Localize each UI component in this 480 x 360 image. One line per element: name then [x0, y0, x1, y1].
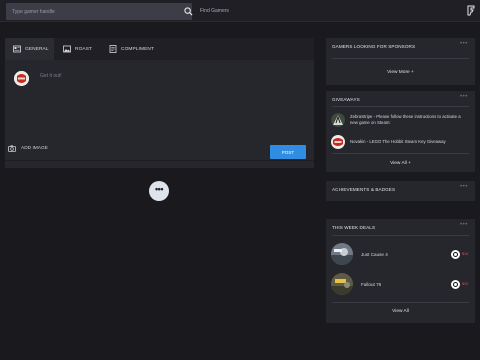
find-gamers-link[interactable]: Find Gamers	[200, 8, 229, 14]
search-icon[interactable]	[184, 7, 193, 16]
steam-icon	[451, 249, 460, 259]
ellipsis-icon: •••	[155, 183, 163, 194]
deals-view-all-link[interactable]: View All	[326, 309, 475, 314]
tab-compliment-label: COMPLIMENT	[121, 46, 154, 52]
image-icon	[63, 45, 71, 53]
avatar-logo-image	[14, 71, 29, 86]
giveaway-text: Novakin - LEGO The Hobbit Steam Key Give…	[350, 138, 446, 144]
deal-price: $16	[462, 252, 469, 256]
post-text-input[interactable]: Get it out!	[40, 73, 62, 79]
deal-thumbnail	[331, 243, 353, 265]
search-box	[6, 3, 193, 20]
sponsors-view-more-link[interactable]: View More +	[326, 70, 475, 75]
deal-thumbnail	[331, 273, 353, 295]
giveaway-avatar	[331, 113, 345, 127]
giveaways-menu-icon[interactable]: •••	[460, 94, 468, 100]
deal-item[interactable]: Fallout 76 $30	[331, 273, 470, 295]
just-cause-cover-image	[331, 243, 353, 265]
deals-bottom-divider	[332, 302, 469, 303]
composer-tabs: GENERAL ROAST COMPLIMENT	[5, 38, 314, 60]
user-avatar	[14, 71, 29, 86]
post-composer: GENERAL ROAST COMPLIMENT Get it out!	[5, 38, 314, 168]
post-button[interactable]: POST	[270, 145, 306, 159]
sponsors-widget: GAMERS LOOKING FOR SPONSORS View More +	[326, 38, 475, 85]
gamer-logo-icon[interactable]	[467, 5, 475, 16]
composer-divider	[5, 160, 314, 161]
achievements-title: ACHIEVEMENTS & BADGES	[332, 187, 396, 192]
tab-roast-label: ROAST	[75, 46, 93, 52]
giveaway-item[interactable]: ZebraStripe - Please follow these instru…	[331, 113, 468, 127]
top-bar: Find Gamers	[0, 0, 480, 22]
fallout-cover-image	[331, 273, 353, 295]
tab-general[interactable]: GENERAL	[5, 38, 54, 60]
deals-menu-icon[interactable]: •••	[460, 222, 468, 228]
deal-name: Fallout 76	[361, 281, 382, 287]
deal-item[interactable]: Just Cause 4 $16	[331, 243, 470, 265]
giveaway-avatar	[331, 135, 345, 149]
giveaway-item[interactable]: Novakin - LEGO The Hobbit Steam Key Give…	[331, 135, 468, 149]
zebra-avatar-image	[331, 113, 345, 127]
newspaper-icon	[13, 45, 21, 53]
giveaways-bottom-divider	[332, 153, 469, 154]
giveaways-widget: GIVEAWAYS ZebraStripe - Please follow th…	[326, 91, 475, 172]
novakin-avatar-image	[331, 135, 345, 149]
deals-title: THIS WEEK DEALS	[332, 225, 376, 230]
camera-icon	[8, 145, 16, 152]
steam-icon	[451, 279, 460, 289]
sponsors-divider	[332, 58, 469, 59]
deals-widget: THIS WEEK DEALS Just Cause 4 $16 Fallout…	[326, 219, 475, 323]
tabs-spacer	[157, 38, 314, 60]
deal-name: Just Cause 4	[361, 251, 388, 257]
achievements-widget: ACHIEVEMENTS & BADGES	[326, 181, 475, 201]
tab-general-label: GENERAL	[25, 46, 49, 52]
deals-divider	[332, 235, 469, 236]
document-icon	[109, 45, 117, 53]
achievements-menu-icon[interactable]: •••	[460, 184, 468, 190]
load-more-button[interactable]: •••	[149, 181, 169, 201]
sponsors-menu-icon[interactable]: •••	[460, 41, 468, 47]
add-image-button[interactable]: ADD IMAGE	[8, 145, 48, 152]
giveaways-divider	[332, 106, 469, 107]
giveaways-title: GIVEAWAYS	[332, 97, 360, 102]
giveaways-view-all-link[interactable]: View All +	[326, 161, 475, 166]
tab-roast[interactable]: ROAST	[54, 38, 102, 60]
sponsors-title: GAMERS LOOKING FOR SPONSORS	[332, 44, 416, 49]
add-image-label: ADD IMAGE	[21, 146, 48, 151]
deal-price: $30	[462, 282, 469, 286]
search-input[interactable]	[6, 3, 176, 20]
tab-compliment[interactable]: COMPLIMENT	[102, 38, 157, 60]
giveaway-text: ZebraStripe - Please follow these instru…	[350, 113, 461, 126]
